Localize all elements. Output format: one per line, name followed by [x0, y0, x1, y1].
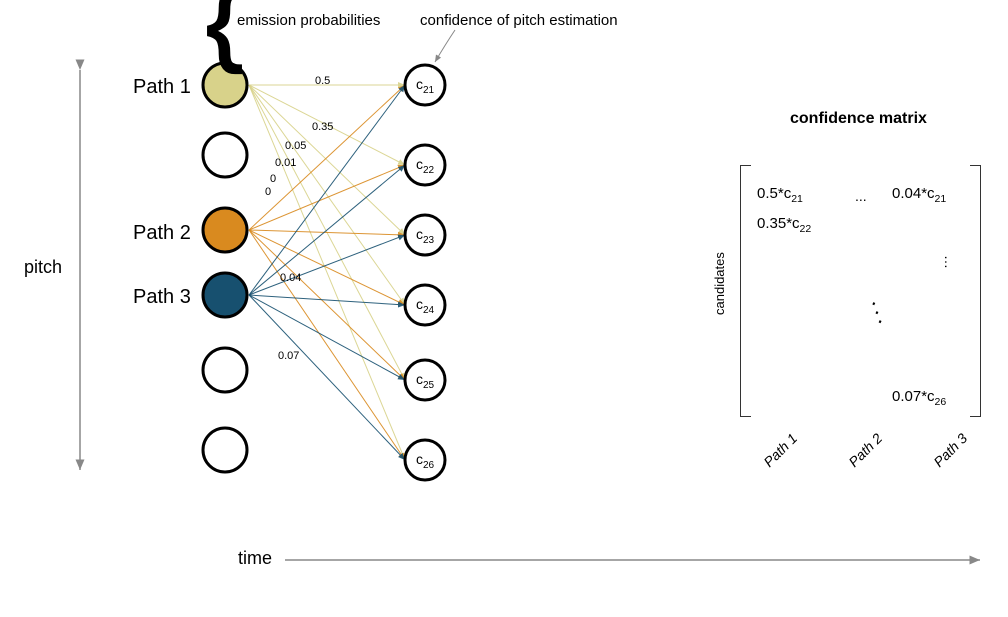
emval-p3-c26: 0.07 [278, 350, 299, 362]
emval-p3-c21: 0.04 [280, 272, 301, 284]
emval-1: 0.35 [312, 121, 333, 133]
path1-label: Path 1 [133, 76, 191, 99]
cell-r1c3: 0.04*c21 [892, 185, 946, 205]
matrix-title: confidence matrix [790, 110, 927, 128]
confidence-annot: confidence of pitch estimation [420, 12, 618, 29]
matrix-vdots: … [942, 255, 958, 269]
emval-5: 0 [265, 186, 271, 198]
emission-label: emission probabilities [237, 12, 380, 29]
cell-r2c1: 0.35*c22 [757, 215, 811, 235]
path2-label: Path 2 [133, 222, 191, 245]
emval-3: 0.01 [275, 157, 296, 169]
path3-label: Path 3 [133, 286, 191, 309]
pitch-axis-label: pitch [24, 257, 62, 278]
time-axis-label: time [238, 548, 272, 569]
emval-2: 0.05 [285, 140, 306, 152]
matrix-row-axis: candidates [712, 252, 727, 315]
emval-0: 0.5 [315, 75, 330, 87]
cell-r1c1: 0.5*c21 [757, 185, 803, 205]
emval-4: 0 [270, 173, 276, 185]
matrix-bracket-left [740, 165, 751, 417]
cell-r6c3: 0.07*c26 [892, 388, 946, 408]
cell-r1c2: ... [855, 188, 867, 204]
matrix-bracket-right [970, 165, 981, 417]
